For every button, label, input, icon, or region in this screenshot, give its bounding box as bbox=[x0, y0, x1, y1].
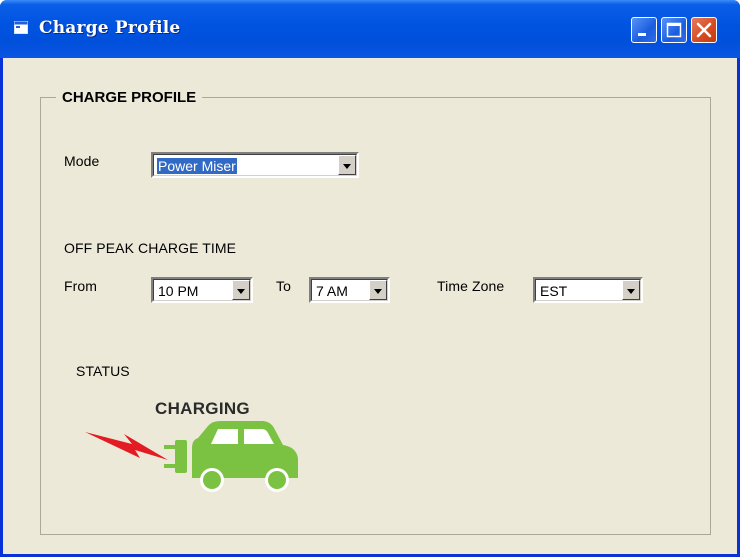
mode-selected-value: Power Miser bbox=[157, 158, 237, 174]
minimize-button[interactable] bbox=[631, 17, 657, 43]
maximize-button[interactable] bbox=[661, 17, 687, 43]
time-zone-select[interactable]: EST bbox=[533, 277, 643, 303]
close-icon bbox=[696, 22, 712, 38]
group-title: CHARGE PROFILE bbox=[56, 89, 203, 106]
to-time-value: 7 AM bbox=[316, 283, 348, 299]
time-zone-value: EST bbox=[540, 283, 568, 299]
title-bar[interactable]: Charge Profile bbox=[0, 0, 740, 58]
from-time-value: 10 PM bbox=[158, 283, 199, 299]
window-app-icon bbox=[14, 21, 28, 34]
mode-dropdown-button[interactable] bbox=[338, 155, 356, 175]
maximize-icon bbox=[666, 22, 682, 38]
from-dropdown-button[interactable] bbox=[232, 280, 250, 300]
from-label: From bbox=[64, 278, 98, 294]
mode-label: Mode bbox=[64, 153, 100, 169]
mode-select[interactable]: Power Miser bbox=[151, 152, 359, 178]
lightning-bolt-icon bbox=[85, 432, 168, 460]
chevron-down-icon bbox=[237, 289, 245, 294]
minimize-icon bbox=[638, 33, 646, 36]
time-zone-dropdown-button[interactable] bbox=[622, 280, 640, 300]
chevron-down-icon bbox=[343, 164, 351, 169]
off-peak-heading: OFF PEAK CHARGE TIME bbox=[64, 240, 237, 256]
close-button[interactable] bbox=[691, 17, 717, 43]
chevron-down-icon bbox=[374, 289, 382, 294]
time-zone-label: Time Zone bbox=[437, 278, 505, 294]
to-dropdown-button[interactable] bbox=[369, 280, 387, 300]
status-label: STATUS bbox=[76, 363, 130, 379]
window-title: Charge Profile bbox=[39, 18, 181, 38]
charging-car-icon bbox=[85, 421, 298, 492]
chevron-down-icon bbox=[627, 289, 635, 294]
to-label: To bbox=[276, 278, 291, 294]
to-time-select[interactable]: 7 AM bbox=[309, 277, 390, 303]
from-time-select[interactable]: 10 PM bbox=[151, 277, 253, 303]
